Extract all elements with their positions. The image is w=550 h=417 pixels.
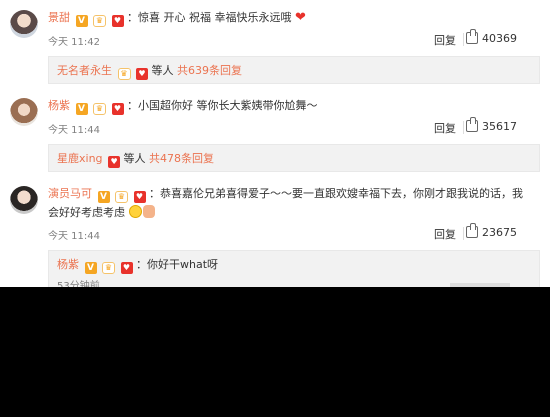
reply-button[interactable]: 回复 — [434, 226, 456, 242]
comment-text: 小国超你好 等你长大紫姨带你尬舞～ — [138, 99, 318, 112]
comment-text-line1: 恭喜嘉伦兄弟喜得爱子～～要一直跟欢嫂幸福下去，你刚才跟我说的话，我 — [160, 187, 523, 200]
like-count: 40369 — [482, 32, 517, 45]
reply-username[interactable]: 杨紫 — [57, 258, 79, 271]
thread-suffix: 等人 — [123, 152, 146, 165]
avatar[interactable] — [10, 186, 38, 214]
crown-icon: ♛ — [115, 191, 128, 203]
avatar[interactable] — [10, 98, 38, 126]
comment-time: 今天 11:44 — [48, 231, 100, 242]
crown-icon: ♛ — [117, 68, 131, 80]
divider — [463, 121, 464, 134]
comment-time: 今天 11:42 — [48, 37, 100, 48]
reply-item: 杨紫 V ♛ ♥ ：你好干what呀 53分钟前 — [48, 250, 540, 287]
like-count: 23675 — [482, 226, 517, 239]
comment-username[interactable]: 景甜 — [48, 11, 70, 24]
crown-icon: ♛ — [93, 15, 106, 27]
avatar[interactable] — [10, 10, 38, 38]
thumbs-up-icon — [466, 29, 478, 44]
thread-username[interactable]: 无名者永生 — [57, 64, 112, 77]
red-badge-icon: ♥ — [133, 191, 146, 203]
reply-time: 53分钟前 — [57, 281, 100, 287]
crown-icon: ♛ — [93, 103, 106, 115]
reply-thread-summary[interactable]: 星鹿xing ♥ 等人 共478条回复 — [48, 144, 540, 172]
red-badge-icon: ♥ — [111, 15, 124, 27]
thumbs-up-icon — [466, 117, 478, 132]
verified-icon: V — [84, 262, 97, 274]
verified-icon: V — [97, 191, 110, 203]
reply-text: 你好干what呀 — [147, 258, 219, 271]
red-badge-icon: ♥ — [120, 262, 133, 274]
reply-button[interactable]: 回复 — [434, 120, 456, 136]
like-button[interactable]: 35617 — [466, 117, 536, 133]
like-count: 35617 — [482, 120, 517, 133]
comment-time: 今天 11:44 — [48, 125, 100, 136]
smile-emoji-icon — [128, 205, 142, 218]
thumbs-up-icon — [466, 223, 478, 238]
black-background — [0, 287, 550, 417]
red-badge-icon: ♥ — [108, 156, 121, 168]
comment-username[interactable]: 杨紫 — [48, 99, 70, 112]
thread-count-link[interactable]: 共478条回复 — [149, 152, 214, 165]
thread-count-link[interactable]: 共639条回复 — [177, 64, 242, 77]
like-button[interactable]: 23675 — [466, 223, 536, 239]
comment-text: 惊喜 开心 祝福 幸福快乐永远哦 — [138, 11, 292, 24]
red-badge-icon: ♥ — [136, 68, 148, 80]
like-button[interactable]: 40369 — [466, 29, 536, 45]
reply-thread-summary[interactable]: 无名者永生 ♛ ♥ 等人 共639条回复 — [48, 56, 540, 84]
cheer-emoji-icon — [142, 205, 155, 218]
comment-panel: 景甜 V ♛ ♥ ：惊喜 开心 祝福 幸福快乐永远哦 ❤ 今天 11:42 回复… — [0, 0, 550, 287]
comment-username[interactable]: 演员马可 — [48, 187, 92, 200]
divider — [463, 33, 464, 46]
red-badge-icon: ♥ — [111, 103, 124, 115]
thread-username[interactable]: 星鹿xing — [57, 152, 103, 165]
reply-button[interactable]: 回复 — [434, 32, 456, 48]
thread-suffix: 等人 — [151, 64, 174, 77]
verified-icon: V — [75, 103, 88, 115]
verified-icon: V — [75, 15, 88, 27]
comment-text-line2: 会好好考虑考虑 — [48, 206, 125, 219]
heart-emoji-icon: ❤ — [295, 10, 306, 25]
divider — [463, 227, 464, 240]
crown-icon: ♛ — [102, 262, 115, 274]
